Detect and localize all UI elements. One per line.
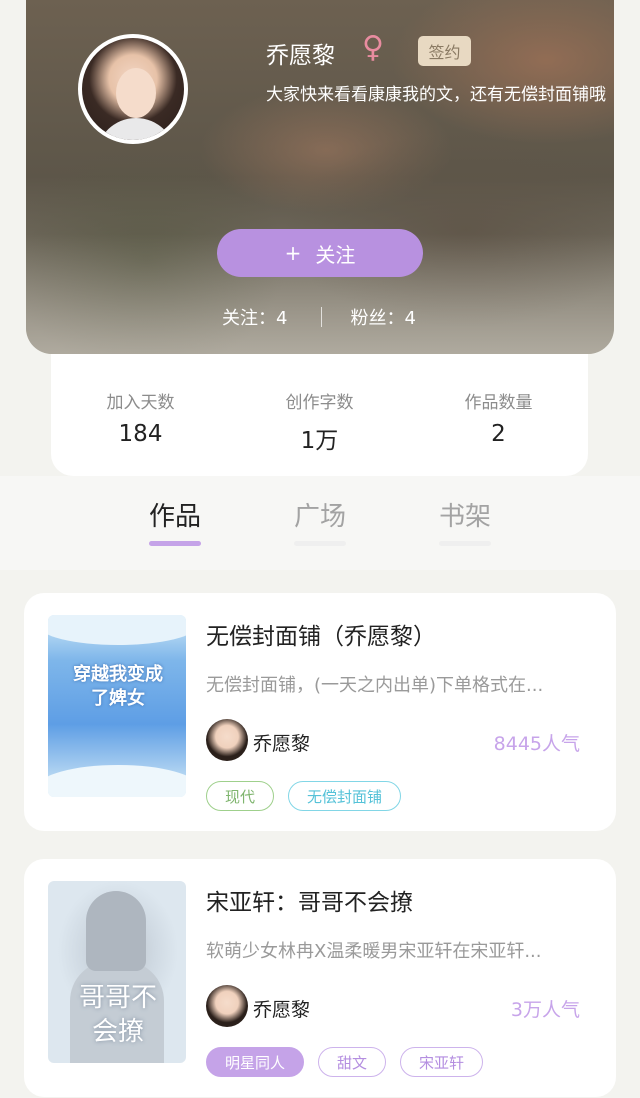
profile-avatar[interactable] (78, 34, 188, 144)
stat-join-days: 加入天数 184 (51, 354, 230, 476)
cover-title: 哥哥不会撩 (78, 983, 157, 1047)
tab-bar: 作品 广场 书架 (0, 476, 640, 570)
tab-indicator (149, 541, 201, 546)
tag[interactable]: 现代 (206, 781, 275, 811)
plus-icon: + (284, 241, 302, 265)
follow-counts: 关注：4 粉丝：4 (222, 304, 416, 330)
stat-label: 创作字数 (285, 393, 354, 413)
cover-title: 穿越我变成了婢女 (73, 664, 163, 709)
tag[interactable]: 明星同人 (206, 1047, 305, 1077)
author-avatar[interactable] (206, 719, 248, 761)
tag[interactable]: 甜文 (318, 1047, 387, 1077)
book-cover[interactable]: 穿越我变成了婢女 (48, 615, 186, 797)
profile-name: 乔愿黎 (266, 43, 335, 69)
follow-button[interactable]: + 关注 (217, 229, 423, 277)
tag-list: 明星同人 甜文 宋亚轩 (206, 1047, 484, 1077)
book-card[interactable]: 哥哥不会撩 宋亚轩：哥哥不会撩 软萌少女林冉X温柔暖男宋亚轩在宋亚轩... 乔愿… (24, 859, 616, 1097)
divider (321, 307, 323, 327)
following-count[interactable]: 关注：4 (222, 304, 287, 330)
follow-button-label: 关注 (315, 242, 356, 267)
book-cover[interactable]: 哥哥不会撩 (48, 881, 186, 1063)
stat-word-count: 创作字数 1万 (230, 354, 409, 476)
tab-label: 作品 (148, 502, 201, 532)
stat-label: 加入天数 (106, 393, 175, 413)
book-description: 软萌少女林冉X温柔暖男宋亚轩在宋亚轩... (206, 941, 542, 962)
stat-works-count: 作品数量 2 (409, 354, 588, 476)
stats-panel: 加入天数 184 创作字数 1万 作品数量 2 (51, 354, 588, 476)
popularity-count: 3万人气 (510, 999, 580, 1021)
stat-value: 1万 (300, 428, 339, 454)
tag[interactable]: 无偿封面铺 (288, 781, 402, 811)
author-name[interactable]: 乔愿黎 (253, 729, 310, 756)
signed-badge: 签约 (418, 36, 471, 66)
tab-indicator (439, 541, 491, 546)
tab-bookshelf[interactable]: 书架 (425, 496, 505, 546)
book-title[interactable]: 无偿封面铺（乔愿黎） (206, 617, 436, 651)
book-description: 无偿封面铺，(一天之内出单)下单格式在... (206, 675, 544, 696)
tab-label: 广场 (293, 502, 346, 532)
female-icon: ♀ (362, 30, 384, 65)
tag[interactable]: 宋亚轩 (400, 1047, 484, 1077)
author-avatar[interactable] (206, 985, 248, 1027)
stat-value: 184 (118, 421, 163, 447)
stat-label: 作品数量 (464, 393, 533, 413)
tab-indicator (294, 541, 346, 546)
profile-header: 乔愿黎 ♀ 签约 大家快来看看康康我的文，还有无偿封面铺哦 + 关注 关注：4 … (26, 0, 614, 354)
book-card[interactable]: 穿越我变成了婢女 无偿封面铺（乔愿黎） 无偿封面铺，(一天之内出单)下单格式在.… (24, 593, 616, 831)
fans-count[interactable]: 粉丝：4 (350, 304, 415, 330)
author-name[interactable]: 乔愿黎 (253, 995, 310, 1022)
tab-label: 书架 (438, 502, 491, 532)
tab-square[interactable]: 广场 (280, 496, 360, 546)
book-title[interactable]: 宋亚轩：哥哥不会撩 (206, 883, 413, 917)
stat-value: 2 (491, 421, 506, 447)
tab-works[interactable]: 作品 (135, 496, 215, 546)
tag-list: 现代 无偿封面铺 (206, 781, 402, 811)
popularity-count: 8445人气 (493, 733, 580, 755)
profile-bio: 大家快来看看康康我的文，还有无偿封面铺哦 (266, 85, 606, 105)
